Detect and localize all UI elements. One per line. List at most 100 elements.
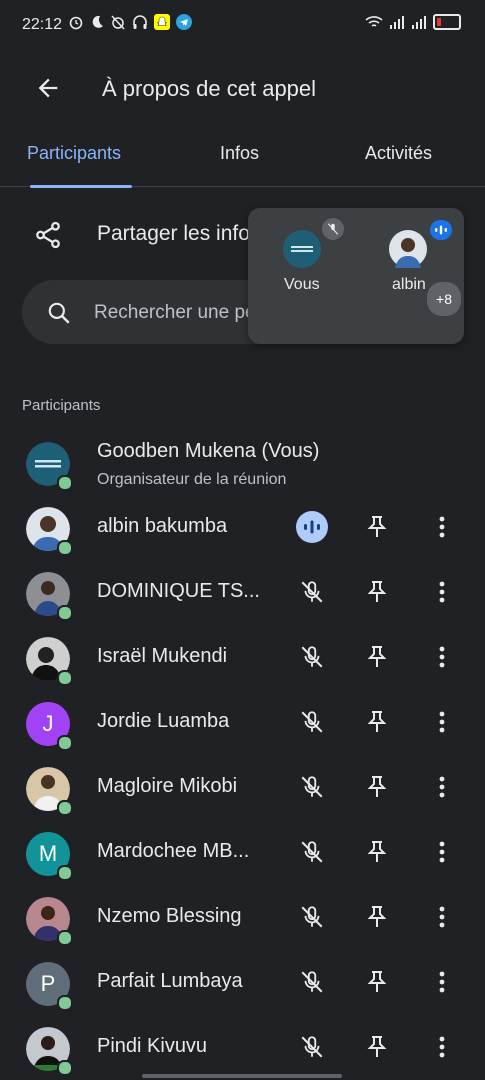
albin-tile-label: albin <box>392 276 426 293</box>
online-status-dot <box>57 670 73 686</box>
muted-mic-indicator <box>296 836 328 868</box>
pin-icon <box>367 711 387 732</box>
more-options-button[interactable] <box>426 901 458 933</box>
more-options-button[interactable] <box>426 576 458 608</box>
online-status-dot <box>57 995 73 1011</box>
tab-infos[interactable]: Infos <box>220 143 259 164</box>
pin-button[interactable] <box>361 641 393 673</box>
online-status-dot <box>57 475 73 491</box>
pin-button[interactable] <box>361 901 393 933</box>
participant-row[interactable]: J Jordie Luamba <box>0 690 485 755</box>
mic-off-icon <box>301 841 323 863</box>
pin-button[interactable] <box>361 576 393 608</box>
pin-button[interactable] <box>361 966 393 998</box>
more-options-button[interactable] <box>426 1031 458 1063</box>
pin-icon <box>367 971 387 992</box>
muted-mic-indicator <box>296 576 328 608</box>
participant-row[interactable]: P Parfait Lumbaya <box>0 950 485 1015</box>
muted-mic-indicator <box>296 771 328 803</box>
no-alarm-icon <box>111 15 125 30</box>
participant-row[interactable]: Nzemo Blessing <box>0 885 485 950</box>
telegram-icon <box>176 14 192 30</box>
more-options-button[interactable] <box>426 771 458 803</box>
participant-name: Nzemo Blessing <box>97 905 242 927</box>
more-options-button[interactable] <box>426 966 458 998</box>
participant-name: albin bakumba <box>97 515 228 537</box>
arrow-back-icon <box>38 78 58 98</box>
muted-mic-indicator <box>296 706 328 738</box>
participant-row[interactable]: DOMINIQUE TS... <box>0 560 485 625</box>
online-status-dot <box>57 930 73 946</box>
participant-name: Israël Mukendi <box>97 645 228 667</box>
mic-off-icon <box>301 581 323 603</box>
you-avatar <box>283 230 321 268</box>
pin-button[interactable] <box>361 706 393 738</box>
mic-off-icon <box>301 776 323 798</box>
you-tile-label: Vous <box>284 276 320 293</box>
pin-button[interactable] <box>361 1031 393 1063</box>
pin-icon <box>367 646 387 667</box>
status-bar: 22:12 <box>0 0 485 52</box>
page-title: À propos de cet appel <box>102 76 317 101</box>
pip-call-window[interactable]: Vous albin +8 <box>248 208 464 344</box>
participant-row[interactable]: M Mardochee MB... <box>0 820 485 885</box>
pin-button[interactable] <box>361 771 393 803</box>
participant-row[interactable]: Israël Mukendi <box>0 625 485 690</box>
share-icon <box>36 221 60 249</box>
more-options-button[interactable] <box>426 511 458 543</box>
participant-name: Pindi Kivuvu <box>97 1035 208 1057</box>
moon-icon <box>92 15 103 28</box>
muted-mic-icon <box>322 218 344 240</box>
pin-icon <box>367 841 387 862</box>
participant-name: Magloire Mikobi <box>97 775 238 797</box>
pin-icon <box>367 906 387 927</box>
participant-row[interactable]: Magloire Mikobi <box>0 755 485 820</box>
online-status-dot <box>57 865 73 881</box>
back-button[interactable] <box>34 74 62 107</box>
headphones-icon <box>133 15 147 29</box>
pin-button[interactable] <box>361 836 393 868</box>
more-options-button[interactable] <box>426 706 458 738</box>
more-options-button[interactable] <box>426 836 458 868</box>
participant-name: Mardochee MB... <box>97 840 250 862</box>
online-status-dot <box>57 735 73 751</box>
more-vert-icon <box>439 841 445 863</box>
speaking-indicator-icon <box>430 220 452 240</box>
system-icons <box>365 14 461 30</box>
muted-mic-indicator <box>296 966 328 998</box>
muted-mic-indicator <box>296 641 328 673</box>
signal-2-icon <box>412 16 426 29</box>
more-vert-icon <box>439 646 445 668</box>
online-status-dot <box>57 1060 73 1076</box>
participant-row[interactable]: Goodben Mukena (Vous) Organisateur de la… <box>0 430 485 495</box>
participant-row[interactable]: albin bakumba <box>0 495 485 560</box>
more-vert-icon <box>439 776 445 798</box>
mic-off-icon <box>301 711 323 733</box>
pin-button[interactable] <box>361 511 393 543</box>
participant-name: Jordie Luamba <box>97 710 230 732</box>
more-vert-icon <box>439 1036 445 1058</box>
muted-mic-indicator <box>296 901 328 933</box>
alarm-icon <box>69 16 83 30</box>
participant-role: Organisateur de la réunion <box>97 471 287 488</box>
search-icon <box>48 302 70 324</box>
muted-mic-indicator <box>296 1031 328 1063</box>
participant-row[interactable]: Pindi Kivuvu <box>0 1015 485 1080</box>
more-participants-badge: +8 <box>425 280 463 318</box>
more-vert-icon <box>439 516 445 538</box>
more-options-button[interactable] <box>426 641 458 673</box>
online-status-dot <box>57 800 73 816</box>
wifi-icon <box>365 16 383 27</box>
mic-off-icon <box>301 971 323 993</box>
tab-participants[interactable]: Participants <box>27 143 121 164</box>
mic-off-icon <box>301 1036 323 1058</box>
tab-activites[interactable]: Activités <box>365 143 432 164</box>
mic-off-icon <box>301 906 323 928</box>
battery-icon <box>433 14 461 30</box>
participants-section-label: Participants <box>22 397 101 414</box>
home-indicator[interactable] <box>142 1074 342 1078</box>
albin-avatar <box>389 230 427 268</box>
more-vert-icon <box>439 581 445 603</box>
snapchat-icon <box>154 14 170 30</box>
mic-off-icon <box>301 646 323 668</box>
